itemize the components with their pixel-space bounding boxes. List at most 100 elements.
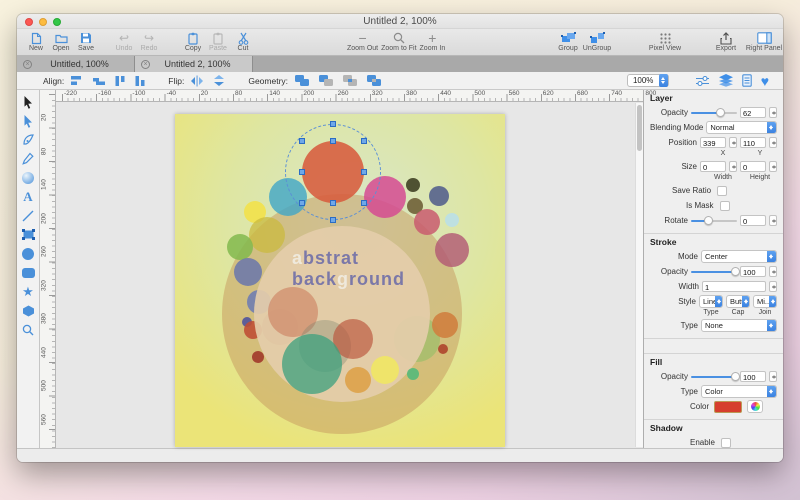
flip-horizontal-button[interactable] (190, 75, 204, 87)
selection-handle[interactable] (361, 200, 367, 206)
rotate-stepper[interactable] (769, 215, 777, 226)
rectangle-tool[interactable] (17, 225, 39, 244)
artwork-circle[interactable] (445, 213, 459, 227)
save-button[interactable]: Save (75, 31, 97, 52)
layer-opacity-stepper[interactable] (769, 107, 777, 118)
artwork-circle[interactable] (234, 258, 262, 286)
is-mask-checkbox[interactable] (720, 201, 730, 211)
artwork-circle[interactable] (429, 186, 449, 206)
group-button[interactable]: Group (557, 31, 579, 52)
artwork-circle[interactable] (406, 178, 420, 192)
align-left-button[interactable] (70, 75, 84, 86)
fill-opacity-field[interactable]: 100 (740, 371, 766, 382)
right-panel-button[interactable]: Right Panel (745, 31, 783, 52)
position-x-stepper[interactable] (729, 137, 737, 148)
stroke-opacity-slider[interactable] (691, 267, 737, 276)
stroke-width-stepper[interactable] (769, 281, 777, 292)
pixel-view-button[interactable]: Pixel View (647, 31, 683, 52)
zoom-window-button[interactable] (53, 18, 61, 26)
stroke-width-field[interactable]: 1 (702, 281, 766, 292)
stroke-type-select[interactable]: None (701, 319, 777, 332)
layers-button[interactable] (719, 74, 733, 87)
paste-button[interactable]: Paste (207, 31, 229, 52)
selection-handle[interactable] (330, 121, 336, 127)
document-panel-button[interactable] (742, 74, 752, 87)
layer-opacity-slider[interactable] (691, 108, 737, 117)
fill-opacity-slider[interactable] (691, 372, 737, 381)
position-y-stepper[interactable] (769, 137, 777, 148)
stroke-cap-select[interactable]: Butt (726, 295, 750, 308)
artwork-circle[interactable] (438, 344, 448, 354)
rounded-rect-tool[interactable] (17, 263, 39, 282)
zoom-tool[interactable] (17, 320, 39, 339)
pencil-tool[interactable] (17, 149, 39, 168)
settings-sliders-button[interactable] (695, 75, 710, 87)
zoom-in-button[interactable]: + Zoom In (420, 31, 446, 52)
geometry-subtract-button[interactable] (318, 74, 334, 87)
tab-close-icon[interactable]: × (141, 60, 150, 69)
artwork-circle[interactable] (227, 234, 253, 260)
flip-vertical-button[interactable] (212, 74, 226, 87)
selection-handle[interactable] (330, 138, 336, 144)
artwork-circle[interactable] (435, 233, 469, 267)
align-bottom-button[interactable] (92, 75, 106, 86)
tab-untitled-2[interactable]: × Untitled 2, 100% (135, 56, 253, 72)
canvas-scrollbar-thumb[interactable] (637, 105, 642, 151)
selection-handle[interactable] (299, 138, 305, 144)
direct-select-tool[interactable] (17, 111, 39, 130)
ellipse-tool[interactable] (17, 244, 39, 263)
gradient-tool[interactable] (17, 168, 39, 187)
zoom-stepper-icon[interactable] (659, 74, 668, 87)
artwork-circle[interactable] (414, 209, 440, 235)
canvas-area[interactable]: -220-160-100-402080140200260320380440500… (56, 90, 643, 448)
rotate-field[interactable]: 0 (740, 215, 766, 226)
stroke-mode-select[interactable]: Center (701, 250, 777, 263)
fill-color-swatch[interactable] (714, 401, 742, 413)
redo-button[interactable]: ↪ Redo (138, 31, 160, 52)
selection-handle[interactable] (361, 169, 367, 175)
size-height-stepper[interactable] (769, 161, 777, 172)
align-bottom-vertical-button[interactable] (134, 75, 146, 87)
rotate-slider[interactable] (691, 216, 737, 225)
fill-opacity-stepper[interactable] (769, 371, 777, 382)
minimize-window-button[interactable] (39, 18, 47, 26)
selection-handle[interactable] (361, 138, 367, 144)
stroke-join-select[interactable]: Mi... (753, 295, 777, 308)
position-x-field[interactable]: 339 (700, 137, 726, 148)
artwork-circle[interactable] (345, 367, 371, 393)
ungroup-button[interactable]: UnGroup (582, 31, 612, 52)
geometry-intersect-button[interactable] (342, 74, 358, 87)
pen-tool[interactable] (17, 130, 39, 149)
artwork-circle[interactable] (407, 368, 419, 380)
artwork-circle[interactable] (249, 217, 285, 253)
selection-handle[interactable] (299, 200, 305, 206)
select-tool[interactable] (17, 92, 39, 111)
close-window-button[interactable] (25, 18, 33, 26)
undo-button[interactable]: ↩ Undo (113, 31, 135, 52)
geometry-exclude-button[interactable] (366, 74, 382, 87)
selection-handle[interactable] (299, 169, 305, 175)
stroke-opacity-stepper[interactable] (769, 266, 777, 277)
artwork-circle[interactable] (282, 334, 342, 394)
position-y-field[interactable]: 110 (740, 137, 766, 148)
geometry-union-button[interactable] (294, 74, 310, 87)
artwork-circle[interactable] (432, 312, 458, 338)
titlebar[interactable]: Untitled 2, 100% (17, 14, 783, 29)
align-top-vertical-button[interactable] (114, 75, 126, 87)
export-button[interactable]: Export (712, 31, 740, 52)
cut-button[interactable]: Cut (232, 31, 254, 52)
text-tool[interactable]: A (17, 187, 39, 206)
line-tool[interactable] (17, 206, 39, 225)
canvas-zoom-select[interactable]: 100% (627, 74, 669, 87)
tab-close-icon[interactable]: × (23, 60, 32, 69)
polygon-tool[interactable] (17, 301, 39, 320)
size-width-field[interactable]: 0 (700, 161, 726, 172)
open-button[interactable]: Open (50, 31, 72, 52)
artwork-circle[interactable] (371, 356, 399, 384)
fill-type-select[interactable]: Color (701, 385, 777, 398)
blending-mode-select[interactable]: Normal (706, 121, 777, 134)
layer-opacity-field[interactable]: 62 (740, 107, 766, 118)
artwork-page[interactable]: abstrat background (175, 114, 505, 447)
favorites-heart-icon[interactable]: ♥ (761, 75, 769, 87)
zoom-to-fit-button[interactable]: Zoom to Fit (381, 31, 416, 52)
